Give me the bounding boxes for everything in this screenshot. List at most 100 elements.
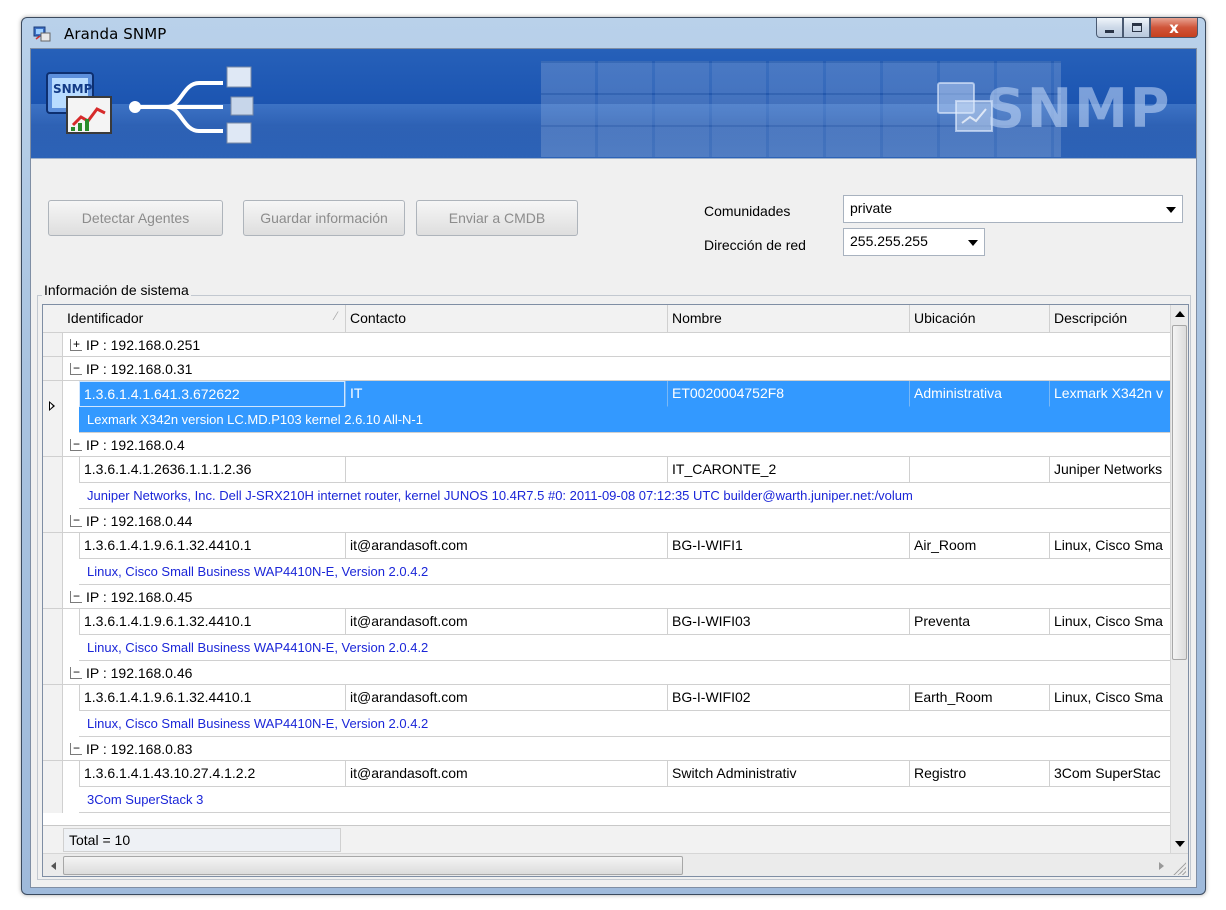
collapse-icon[interactable]: −: [70, 590, 82, 603]
expand-icon[interactable]: +: [70, 338, 82, 351]
table-row[interactable]: 1.3.6.1.4.1.9.6.1.32.4410.1 it@arandasof…: [43, 685, 1171, 737]
table-row-selected[interactable]: 1.3.6.1.4.1.641.3.672622 IT ET0020004752…: [43, 381, 1171, 433]
table-row[interactable]: 1.3.6.1.4.1.43.10.27.4.1.2.2 it@arandaso…: [43, 761, 1171, 813]
scroll-down-button[interactable]: [1171, 835, 1188, 853]
column-contact[interactable]: Contacto: [345, 305, 667, 333]
close-button[interactable]: x: [1150, 18, 1198, 38]
close-icon: x: [1169, 18, 1179, 37]
vertical-scroll-thumb[interactable]: [1172, 325, 1187, 660]
header-banner: SNMP SNMP: [31, 49, 1196, 158]
cell-name[interactable]: BG-I-WIFI02: [667, 685, 909, 711]
cell-contact[interactable]: it@arandasoft.com: [345, 761, 667, 787]
network-address-value: 255.255.255: [850, 233, 928, 249]
row-indicator: [43, 585, 63, 608]
agents-grid[interactable]: Identificador ⁄ Contacto Nombre Ubicació…: [42, 304, 1189, 877]
column-description-label: Descripción: [1054, 310, 1128, 326]
cell-identifier[interactable]: 1.3.6.1.4.1.43.10.27.4.1.2.2: [79, 761, 345, 787]
cell-description[interactable]: Linux, Cisco Sma: [1049, 609, 1171, 635]
cell-identifier[interactable]: 1.3.6.1.4.1.9.6.1.32.4410.1: [79, 609, 345, 635]
row-indicator: [43, 357, 63, 380]
group-row[interactable]: + IP : 192.168.0.251: [43, 333, 1171, 357]
communities-select[interactable]: private: [843, 195, 1183, 223]
row-indent: [63, 457, 79, 509]
column-contact-label: Contacto: [350, 310, 407, 326]
maximize-button[interactable]: [1123, 18, 1150, 38]
scroll-right-button[interactable]: [1153, 857, 1170, 875]
group-row[interactable]: − IP : 192.168.0.31: [43, 357, 1171, 381]
row-detail-text: Linux, Cisco Small Business WAP4410N-E, …: [87, 640, 429, 655]
column-identifier[interactable]: Identificador ⁄: [63, 305, 345, 333]
cell-contact[interactable]: [345, 457, 667, 483]
column-name[interactable]: Nombre: [667, 305, 909, 333]
group-label: IP : 192.168.0.45: [86, 589, 193, 605]
cell-name[interactable]: IT_CARONTE_2: [667, 457, 909, 483]
cell-name[interactable]: BG-I-WIFI1: [667, 533, 909, 559]
app-icon: [33, 26, 51, 42]
collapse-icon[interactable]: −: [70, 742, 82, 755]
table-row[interactable]: 1.3.6.1.4.1.9.6.1.32.4410.1 it@arandasof…: [43, 533, 1171, 585]
cell-contact[interactable]: IT: [345, 381, 667, 407]
cell-description[interactable]: Linux, Cisco Sma: [1049, 685, 1171, 711]
cell-description[interactable]: Lexmark X342n v: [1049, 381, 1171, 407]
scroll-left-button[interactable]: [45, 857, 62, 875]
column-location-label: Ubicación: [914, 310, 976, 326]
collapse-icon[interactable]: −: [70, 438, 82, 451]
group-row[interactable]: − IP : 192.168.0.46: [43, 661, 1171, 685]
collapse-icon[interactable]: −: [70, 666, 82, 679]
column-description[interactable]: Descripción: [1049, 305, 1171, 333]
network-label: Dirección de red: [704, 237, 806, 253]
cell-location[interactable]: [909, 457, 1049, 483]
table-row[interactable]: 1.3.6.1.4.1.9.6.1.32.4410.1 it@arandasof…: [43, 609, 1171, 661]
vertical-scrollbar[interactable]: [1170, 305, 1188, 853]
cell-description[interactable]: Juniper Networks: [1049, 457, 1171, 483]
group-row[interactable]: − IP : 192.168.0.44: [43, 509, 1171, 533]
cell-identifier[interactable]: 1.3.6.1.4.1.641.3.672622: [79, 381, 345, 407]
cell-location[interactable]: Earth_Room: [909, 685, 1049, 711]
row-indent: [63, 761, 79, 813]
cell-description[interactable]: Linux, Cisco Sma: [1049, 533, 1171, 559]
send-cmdb-button[interactable]: Enviar a CMDB: [416, 200, 578, 236]
title-bar[interactable]: Aranda SNMP x: [22, 18, 1205, 48]
cell-contact[interactable]: it@arandasoft.com: [345, 533, 667, 559]
grid-footer: Total = 10: [43, 825, 1171, 853]
column-location[interactable]: Ubicación: [909, 305, 1049, 333]
group-row[interactable]: − IP : 192.168.0.83: [43, 737, 1171, 761]
network-address-select[interactable]: 255.255.255: [843, 228, 985, 256]
window-controls: x: [1096, 18, 1198, 39]
save-info-button[interactable]: Guardar información: [243, 200, 405, 236]
group-row[interactable]: − IP : 192.168.0.4: [43, 433, 1171, 457]
cell-name[interactable]: ET0020004752F8: [667, 381, 909, 407]
table-row[interactable]: 1.3.6.1.4.1.2636.1.1.1.2.36 IT_CARONTE_2…: [43, 457, 1171, 509]
cell-identifier[interactable]: 1.3.6.1.4.1.9.6.1.32.4410.1: [79, 533, 345, 559]
collapse-icon[interactable]: −: [70, 514, 82, 527]
cell-identifier[interactable]: 1.3.6.1.4.1.2636.1.1.1.2.36: [79, 457, 345, 483]
scroll-up-button[interactable]: [1171, 305, 1188, 323]
row-indent: [63, 609, 79, 661]
snmp-logo-icon: SNMP: [46, 72, 112, 134]
cell-location[interactable]: Air_Room: [909, 533, 1049, 559]
cell-name[interactable]: Switch Administrativ: [667, 761, 909, 787]
cell-location[interactable]: Administrativa: [909, 381, 1049, 407]
row-indicator: [43, 533, 63, 585]
detect-agents-button[interactable]: Detectar Agentes: [48, 200, 223, 236]
client-area: SNMP SNMP Detectar Agentes Guardar infor…: [30, 48, 1197, 888]
row-indicator: [43, 609, 63, 661]
row-indent: [63, 381, 79, 433]
cell-contact[interactable]: it@arandasoft.com: [345, 609, 667, 635]
row-detail-text: Lexmark X342n version LC.MD.P103 kernel …: [87, 412, 423, 427]
row-indicator: [43, 685, 63, 737]
dropdown-arrow-icon: [968, 240, 978, 246]
horizontal-scroll-thumb[interactable]: [63, 856, 683, 875]
cell-identifier[interactable]: 1.3.6.1.4.1.9.6.1.32.4410.1: [79, 685, 345, 711]
window-title: Aranda SNMP: [64, 25, 167, 43]
horizontal-scrollbar[interactable]: [43, 853, 1188, 876]
cell-name[interactable]: BG-I-WIFI03: [667, 609, 909, 635]
resize-grip-icon[interactable]: [1172, 861, 1186, 875]
group-row[interactable]: − IP : 192.168.0.45: [43, 585, 1171, 609]
cell-description[interactable]: 3Com SuperStac: [1049, 761, 1171, 787]
cell-location[interactable]: Registro: [909, 761, 1049, 787]
collapse-icon[interactable]: −: [70, 362, 82, 375]
minimize-button[interactable]: [1096, 18, 1123, 38]
cell-location[interactable]: Preventa: [909, 609, 1049, 635]
cell-contact[interactable]: it@arandasoft.com: [345, 685, 667, 711]
